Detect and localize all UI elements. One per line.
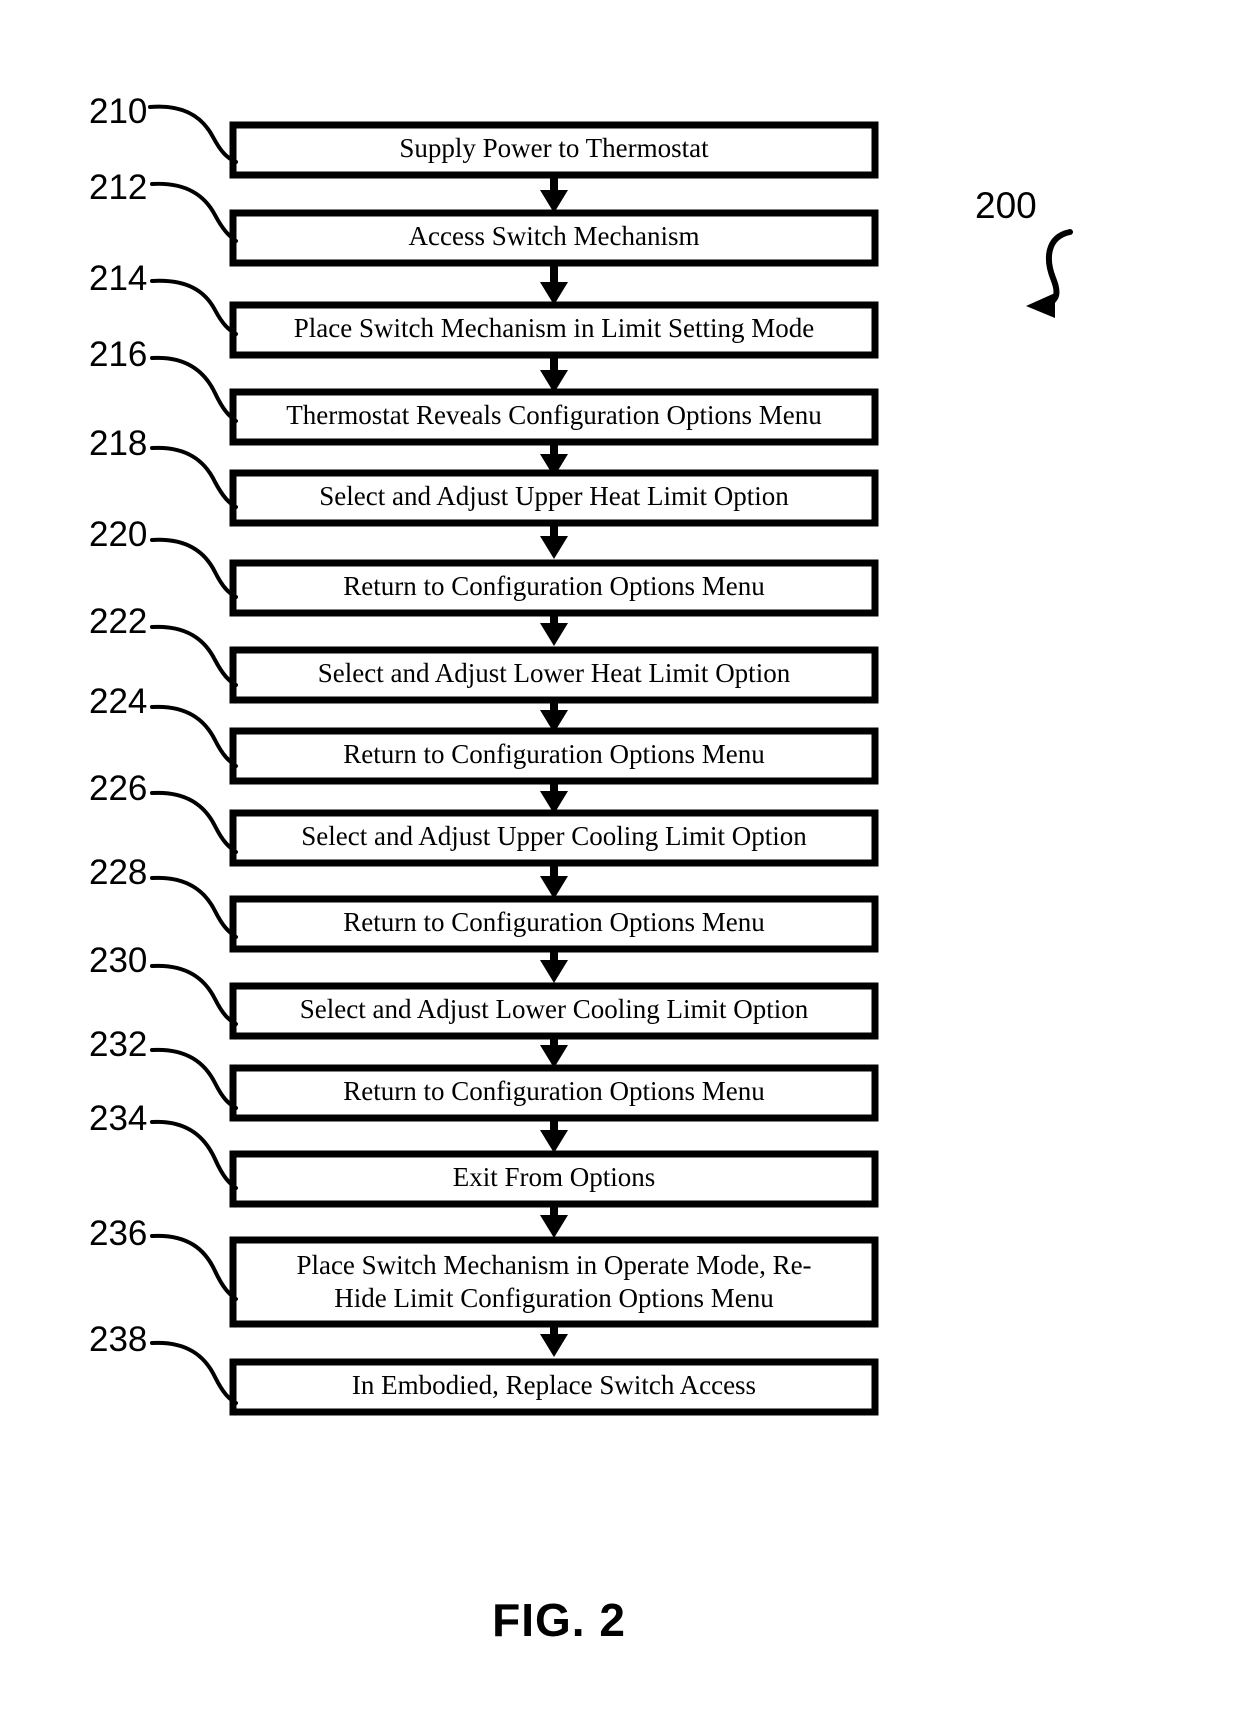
connector-210-212 [540, 175, 568, 213]
leader-line-216 [150, 355, 238, 423]
connector-220-222 [540, 613, 568, 646]
node-label-232: Return to Configuration Options Menu [343, 1076, 765, 1106]
leader-line-230 [150, 963, 238, 1026]
leader-line-222 [150, 624, 238, 687]
flow-node-228: Return to Configuration Options Menu [229, 895, 879, 953]
node-label-210: Supply Power to Thermostat [399, 133, 709, 163]
leader-line-224 [150, 704, 238, 768]
node-label-228: Return to Configuration Options Menu [343, 907, 765, 937]
node-label-218: Select and Adjust Upper Heat Limit Optio… [319, 481, 789, 511]
ref-number-218: 218 [89, 424, 147, 463]
node-label-224: Return to Configuration Options Menu [343, 739, 765, 769]
flow-node-224: Return to Configuration Options Menu [229, 727, 879, 785]
connector-234-236 [540, 1204, 568, 1238]
ref-number-238: 238 [89, 1320, 147, 1359]
node-label-226: Select and Adjust Upper Cooling Limit Op… [301, 821, 807, 851]
flow-node-232: Return to Configuration Options Menu [229, 1064, 879, 1122]
connector-224-226 [540, 781, 568, 814]
flow-node-214: Place Switch Mechanism in Limit Setting … [229, 301, 879, 359]
flow-node-218: Select and Adjust Upper Heat Limit Optio… [229, 469, 879, 527]
connector-230-232 [540, 1036, 568, 1068]
leader-line-232 [150, 1047, 238, 1110]
ref-number-214: 214 [89, 259, 147, 298]
flow-node-236: Place Switch Mechanism in Operate Mode, … [229, 1236, 879, 1328]
ref-number-216: 216 [89, 335, 147, 374]
figure-caption: FIG. 2 [492, 1594, 626, 1646]
connector-214-216 [540, 355, 568, 393]
flow-node-238: In Embodied, Replace Switch Access [229, 1358, 879, 1416]
patent-figure-page: Supply Power to Thermostat 210 Access Sw… [0, 0, 1240, 1733]
leader-line-234 [150, 1119, 238, 1190]
flow-node-220: Return to Configuration Options Menu [229, 559, 879, 617]
node-label-222: Select and Adjust Lower Heat Limit Optio… [318, 658, 791, 688]
flow-node-216: Thermostat Reveals Configuration Options… [229, 388, 879, 446]
node-label-220: Return to Configuration Options Menu [343, 571, 765, 601]
node-label-216: Thermostat Reveals Configuration Options… [286, 400, 822, 430]
leader-line-226 [150, 790, 238, 854]
node-label-238: In Embodied, Replace Switch Access [352, 1370, 756, 1400]
connector-236-238 [540, 1324, 568, 1357]
ref-number-234: 234 [89, 1099, 147, 1138]
ref-number-210: 210 [89, 92, 147, 131]
leader-line-218 [150, 445, 238, 509]
connector-218-220 [540, 523, 568, 559]
leader-line-220 [150, 537, 238, 599]
ref-number-224: 224 [89, 682, 147, 721]
ref-number-226: 226 [89, 769, 147, 808]
leader-line-238 [150, 1340, 238, 1405]
ref-number-228: 228 [89, 853, 147, 892]
flowchart-canvas: Supply Power to Thermostat 210 Access Sw… [89, 92, 1073, 1646]
ref-number-220: 220 [89, 515, 147, 554]
flow-node-210: Supply Power to Thermostat [229, 121, 879, 179]
flow-node-234: Exit From Options [229, 1150, 879, 1208]
node-label-234: Exit From Options [453, 1162, 656, 1192]
leader-line-228 [150, 875, 238, 939]
node-label-236-line1: Place Switch Mechanism in Operate Mode, … [296, 1250, 811, 1280]
node-label-212: Access Switch Mechanism [409, 221, 700, 251]
ref-number-222: 222 [89, 602, 147, 641]
node-label-236-line2: Hide Limit Configuration Options Menu [334, 1283, 774, 1313]
node-label-214: Place Switch Mechanism in Limit Setting … [294, 313, 814, 343]
node-label-230: Select and Adjust Lower Cooling Limit Op… [300, 994, 809, 1024]
flow-node-212: Access Switch Mechanism [229, 209, 879, 267]
curve-arrow-200 [1026, 229, 1073, 318]
ref-number-212: 212 [89, 168, 147, 207]
connector-228-230 [540, 949, 568, 983]
ref-number-230: 230 [89, 941, 147, 980]
flow-node-230: Select and Adjust Lower Cooling Limit Op… [229, 982, 879, 1040]
ref-number-200: 200 [975, 185, 1037, 226]
leader-line-236 [150, 1233, 238, 1301]
flow-node-222: Select and Adjust Lower Heat Limit Optio… [229, 646, 879, 704]
connector-212-214 [540, 263, 568, 305]
leader-line-212 [150, 181, 238, 243]
ref-number-232: 232 [89, 1025, 147, 1064]
flow-node-226: Select and Adjust Upper Cooling Limit Op… [229, 809, 879, 867]
ref-number-236: 236 [89, 1214, 147, 1253]
leader-line-210 [148, 104, 238, 164]
connector-226-228 [540, 863, 568, 899]
connector-232-234 [540, 1118, 568, 1153]
leader-line-214 [150, 278, 238, 336]
